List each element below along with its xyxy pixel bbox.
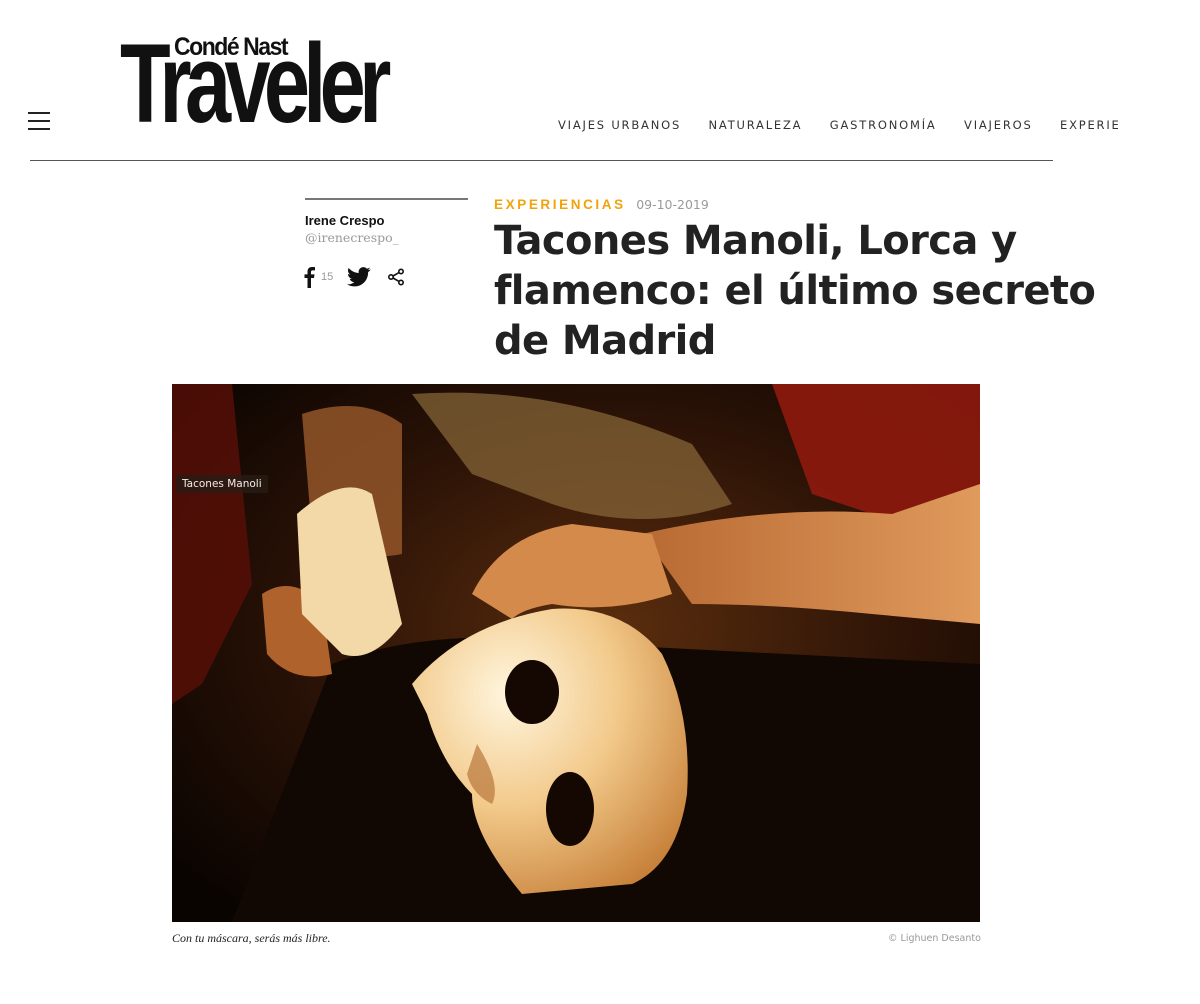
nav-item-viajeros[interactable]: VIAJEROS [964,118,1033,132]
image-tag[interactable]: Tacones Manoli [176,475,268,493]
logo-publisher: Condé Nast [174,33,289,61]
twitter-icon[interactable] [347,267,371,287]
image-credit: © Lighuen Desanto [888,933,981,944]
share-icon[interactable] [387,268,405,286]
article-meta: EXPERIENCIAS 09-10-2019 [494,196,709,214]
article-title: Tacones Manoli, Lorca y flamenco: el últ… [494,218,1096,364]
hamburger-menu-icon[interactable] [28,112,54,134]
author-divider [305,198,468,200]
header-divider [30,160,1053,161]
section-label[interactable]: EXPERIENCIAS [494,197,626,212]
nav-item-gastronomia[interactable]: GASTRONOMÍA [830,118,937,132]
author-name[interactable]: Irene Crespo [305,213,384,228]
author-handle[interactable]: @irenecrespo_ [305,230,399,245]
facebook-icon[interactable] [303,266,315,288]
site-logo[interactable]: Traveler Condé Nast [120,28,391,140]
menu-line [28,128,50,130]
share-bar: 15 [303,265,405,289]
main-nav: VIAJES URBANOS NATURALEZA GASTRONOMÍA VI… [558,116,1118,134]
menu-line [28,112,50,114]
nav-item-experiencias[interactable]: EXPERIENCIAS [1060,118,1118,132]
menu-line [28,120,50,122]
image-caption: Con tu máscara, serás más libre. [172,931,331,945]
hero-image [172,384,980,922]
facebook-share-count: 15 [321,271,334,283]
publish-date: 09-10-2019 [636,197,709,212]
nav-item-naturaleza[interactable]: NATURALEZA [709,118,803,132]
nav-item-viajes-urbanos[interactable]: VIAJES URBANOS [558,118,681,132]
mask-photo [172,384,980,922]
